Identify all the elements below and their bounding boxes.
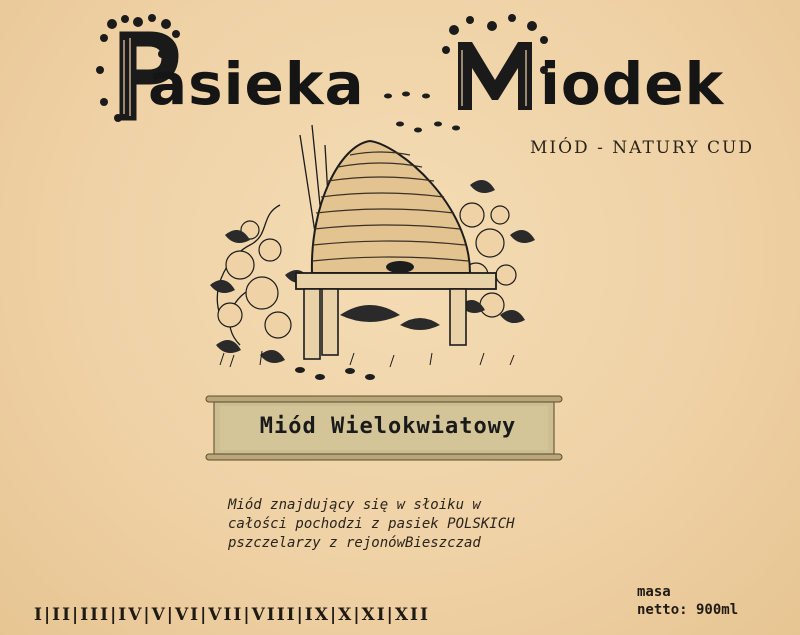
beehive-illustration bbox=[210, 124, 535, 380]
brand-title-part-1: asieka bbox=[148, 50, 365, 118]
description-line: Miód znajdujący się w słoiku w bbox=[228, 497, 481, 513]
description-line: całości pochodzi z pasiek POLSKICH bbox=[228, 516, 515, 532]
honey-label: asieka iodek MIÓD - NATURY CUD Miód Wiel… bbox=[0, 0, 800, 635]
net-mass: masa netto: 900ml bbox=[637, 583, 738, 619]
product-description: Miód znajdujący się w słoiku w całości p… bbox=[228, 496, 608, 553]
harvest-months: I|II|III|IV|V|VI|VII|VIII|IX|X|XI|XII bbox=[34, 605, 430, 625]
description-line: pszczelarzy z rejonówBieszczad bbox=[228, 535, 481, 551]
product-name: Miód Wielokwiatowy bbox=[259, 414, 517, 439]
mass-value: netto: 900ml bbox=[637, 602, 739, 618]
tagline: MIÓD - NATURY CUD bbox=[530, 138, 754, 158]
brand-title-part-2: iodek bbox=[540, 50, 725, 118]
mass-label: masa bbox=[637, 584, 671, 600]
